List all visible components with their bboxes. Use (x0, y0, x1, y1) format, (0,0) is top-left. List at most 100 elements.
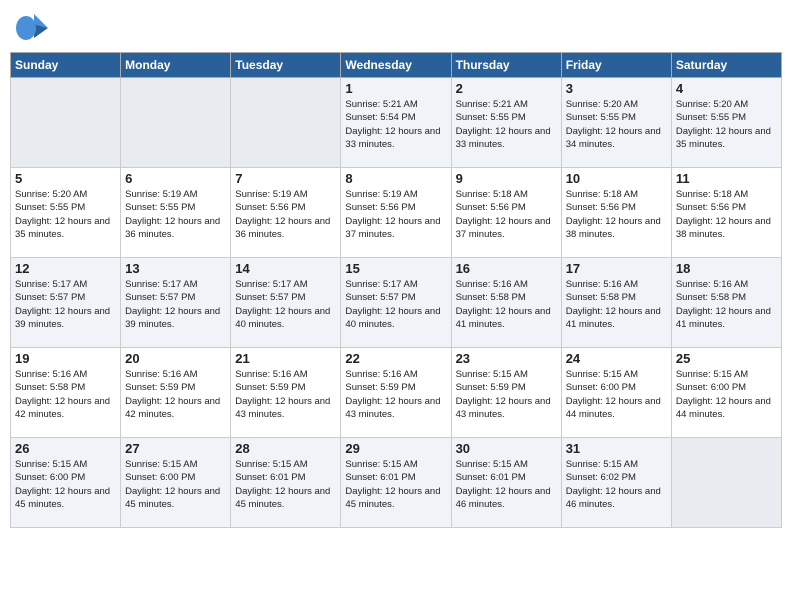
logo (14, 10, 54, 46)
day-number: 11 (676, 171, 777, 186)
day-info: Sunrise: 5:19 AM Sunset: 5:55 PM Dayligh… (125, 188, 226, 241)
day-number: 24 (566, 351, 667, 366)
calendar-cell: 16 Sunrise: 5:16 AM Sunset: 5:58 PM Dayli… (451, 258, 561, 348)
calendar-cell: 10 Sunrise: 5:18 AM Sunset: 5:56 PM Dayli… (561, 168, 671, 258)
day-number: 20 (125, 351, 226, 366)
day-info: Sunrise: 5:15 AM Sunset: 6:00 PM Dayligh… (676, 368, 777, 421)
day-info: Sunrise: 5:18 AM Sunset: 5:56 PM Dayligh… (566, 188, 667, 241)
weekday-header-saturday: Saturday (671, 53, 781, 78)
day-info: Sunrise: 5:18 AM Sunset: 5:56 PM Dayligh… (456, 188, 557, 241)
day-number: 2 (456, 81, 557, 96)
calendar-cell (671, 438, 781, 528)
day-number: 1 (345, 81, 446, 96)
day-number: 6 (125, 171, 226, 186)
day-number: 3 (566, 81, 667, 96)
day-number: 10 (566, 171, 667, 186)
calendar-cell: 12Sunrise: 5:17 AM Sunset: 5:57 PM Dayli… (11, 258, 121, 348)
calendar-cell: 31Sunrise: 5:15 AM Sunset: 6:02 PM Dayli… (561, 438, 671, 528)
day-info: Sunrise: 5:16 AM Sunset: 5:58 PM Dayligh… (456, 278, 557, 331)
day-info: Sunrise: 5:15 AM Sunset: 6:01 PM Dayligh… (345, 458, 446, 511)
calendar-cell: 18 Sunrise: 5:16 AM Sunset: 5:58 PM Dayli… (671, 258, 781, 348)
weekday-header-sunday: Sunday (11, 53, 121, 78)
calendar-cell: 17Sunrise: 5:16 AM Sunset: 5:58 PM Dayli… (561, 258, 671, 348)
day-number: 26 (15, 441, 116, 456)
day-info: Sunrise: 5:20 AM Sunset: 5:55 PM Dayligh… (15, 188, 116, 241)
day-info: Sunrise: 5:16 AM Sunset: 5:59 PM Dayligh… (345, 368, 446, 421)
page-header (10, 10, 782, 46)
day-info: Sunrise: 5:16 AM Sunset: 5:58 PM Dayligh… (676, 278, 777, 331)
day-number: 9 (456, 171, 557, 186)
calendar-cell (231, 78, 341, 168)
day-number: 27 (125, 441, 226, 456)
calendar-cell: 11 Sunrise: 5:18 AM Sunset: 5:56 PM Dayli… (671, 168, 781, 258)
calendar-cell: 3Sunrise: 5:20 AM Sunset: 5:55 PM Daylig… (561, 78, 671, 168)
calendar-cell: 22 Sunrise: 5:16 AM Sunset: 5:59 PM Dayli… (341, 348, 451, 438)
day-info: Sunrise: 5:15 AM Sunset: 6:01 PM Dayligh… (235, 458, 336, 511)
calendar-cell: 15 Sunrise: 5:17 AM Sunset: 5:57 PM Dayli… (341, 258, 451, 348)
week-row-1: 1Sunrise: 5:21 AM Sunset: 5:54 PM Daylig… (11, 78, 782, 168)
day-number: 14 (235, 261, 336, 276)
day-info: Sunrise: 5:18 AM Sunset: 5:56 PM Dayligh… (676, 188, 777, 241)
day-number: 22 (345, 351, 446, 366)
day-number: 29 (345, 441, 446, 456)
day-info: Sunrise: 5:16 AM Sunset: 5:59 PM Dayligh… (235, 368, 336, 421)
calendar-cell: 27 Sunrise: 5:15 AM Sunset: 6:00 PM Dayli… (121, 438, 231, 528)
day-number: 30 (456, 441, 557, 456)
calendar-cell: 1Sunrise: 5:21 AM Sunset: 5:54 PM Daylig… (341, 78, 451, 168)
day-info: Sunrise: 5:15 AM Sunset: 6:00 PM Dayligh… (566, 368, 667, 421)
day-number: 23 (456, 351, 557, 366)
day-info: Sunrise: 5:16 AM Sunset: 5:59 PM Dayligh… (125, 368, 226, 421)
day-info: Sunrise: 5:20 AM Sunset: 5:55 PM Dayligh… (676, 98, 777, 151)
calendar-cell: 30 Sunrise: 5:15 AM Sunset: 6:01 PM Dayli… (451, 438, 561, 528)
calendar-cell: 28 Sunrise: 5:15 AM Sunset: 6:01 PM Dayli… (231, 438, 341, 528)
calendar-cell: 5 Sunrise: 5:20 AM Sunset: 5:55 PM Daylig… (11, 168, 121, 258)
day-number: 7 (235, 171, 336, 186)
day-number: 4 (676, 81, 777, 96)
day-number: 28 (235, 441, 336, 456)
calendar-cell: 2 Sunrise: 5:21 AM Sunset: 5:55 PM Daylig… (451, 78, 561, 168)
day-info: Sunrise: 5:17 AM Sunset: 5:57 PM Dayligh… (235, 278, 336, 331)
day-info: Sunrise: 5:21 AM Sunset: 5:55 PM Dayligh… (456, 98, 557, 151)
day-number: 17 (566, 261, 667, 276)
calendar-cell: 8 Sunrise: 5:19 AM Sunset: 5:56 PM Daylig… (341, 168, 451, 258)
calendar-table: SundayMondayTuesdayWednesdayThursdayFrid… (10, 52, 782, 528)
day-info: Sunrise: 5:17 AM Sunset: 5:57 PM Dayligh… (345, 278, 446, 331)
day-info: Sunrise: 5:19 AM Sunset: 5:56 PM Dayligh… (235, 188, 336, 241)
calendar-cell: 25Sunrise: 5:15 AM Sunset: 6:00 PM Dayli… (671, 348, 781, 438)
calendar-cell: 19 Sunrise: 5:16 AM Sunset: 5:58 PM Dayli… (11, 348, 121, 438)
calendar-cell: 4 Sunrise: 5:20 AM Sunset: 5:55 PM Daylig… (671, 78, 781, 168)
logo-icon (14, 10, 50, 46)
day-number: 19 (15, 351, 116, 366)
calendar-cell: 20 Sunrise: 5:16 AM Sunset: 5:59 PM Dayli… (121, 348, 231, 438)
day-number: 15 (345, 261, 446, 276)
day-info: Sunrise: 5:15 AM Sunset: 5:59 PM Dayligh… (456, 368, 557, 421)
day-info: Sunrise: 5:15 AM Sunset: 6:02 PM Dayligh… (566, 458, 667, 511)
day-info: Sunrise: 5:15 AM Sunset: 6:00 PM Dayligh… (125, 458, 226, 511)
day-info: Sunrise: 5:19 AM Sunset: 5:56 PM Dayligh… (345, 188, 446, 241)
calendar-cell: 9 Sunrise: 5:18 AM Sunset: 5:56 PM Daylig… (451, 168, 561, 258)
calendar-cell: 13Sunrise: 5:17 AM Sunset: 5:57 PM Dayli… (121, 258, 231, 348)
week-row-4: 19 Sunrise: 5:16 AM Sunset: 5:58 PM Dayli… (11, 348, 782, 438)
day-number: 5 (15, 171, 116, 186)
calendar-cell: 14 Sunrise: 5:17 AM Sunset: 5:57 PM Dayli… (231, 258, 341, 348)
day-number: 12 (15, 261, 116, 276)
weekday-header-friday: Friday (561, 53, 671, 78)
day-number: 16 (456, 261, 557, 276)
day-info: Sunrise: 5:17 AM Sunset: 5:57 PM Dayligh… (125, 278, 226, 331)
calendar-cell: 21Sunrise: 5:16 AM Sunset: 5:59 PM Dayli… (231, 348, 341, 438)
calendar-cell: 26 Sunrise: 5:15 AM Sunset: 6:00 PM Dayli… (11, 438, 121, 528)
calendar-cell: 29 Sunrise: 5:15 AM Sunset: 6:01 PM Dayli… (341, 438, 451, 528)
day-info: Sunrise: 5:15 AM Sunset: 6:00 PM Dayligh… (15, 458, 116, 511)
day-info: Sunrise: 5:15 AM Sunset: 6:01 PM Dayligh… (456, 458, 557, 511)
weekday-header-monday: Monday (121, 53, 231, 78)
day-info: Sunrise: 5:16 AM Sunset: 5:58 PM Dayligh… (15, 368, 116, 421)
weekday-header-row: SundayMondayTuesdayWednesdayThursdayFrid… (11, 53, 782, 78)
weekday-header-tuesday: Tuesday (231, 53, 341, 78)
day-number: 8 (345, 171, 446, 186)
weekday-header-wednesday: Wednesday (341, 53, 451, 78)
calendar-cell: 24 Sunrise: 5:15 AM Sunset: 6:00 PM Dayli… (561, 348, 671, 438)
calendar-cell: 7 Sunrise: 5:19 AM Sunset: 5:56 PM Daylig… (231, 168, 341, 258)
day-number: 18 (676, 261, 777, 276)
calendar-cell (11, 78, 121, 168)
calendar-cell: 6 Sunrise: 5:19 AM Sunset: 5:55 PM Daylig… (121, 168, 231, 258)
